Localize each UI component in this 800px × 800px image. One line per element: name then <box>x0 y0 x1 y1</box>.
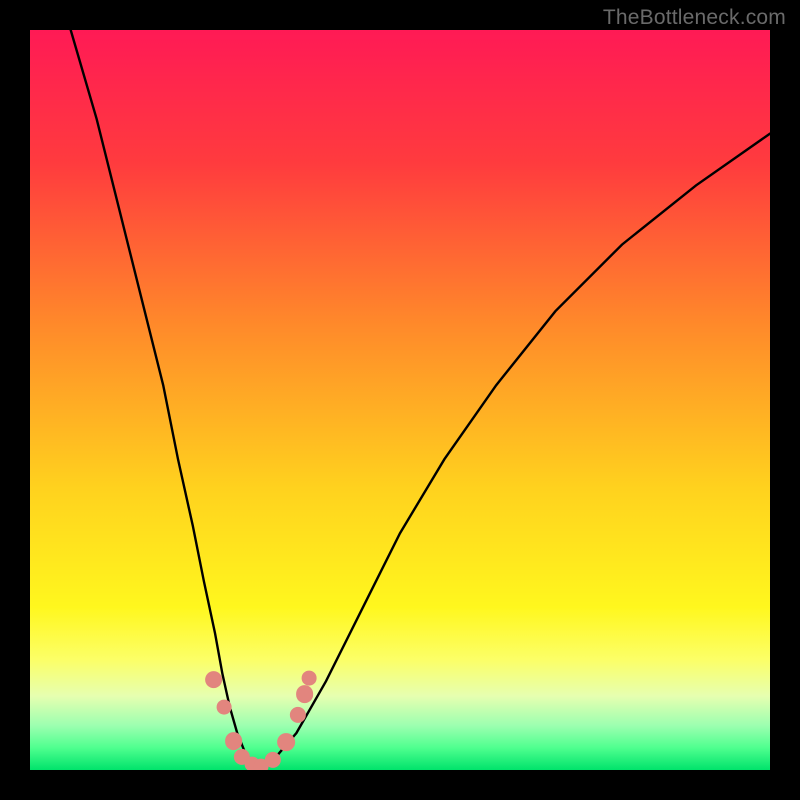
scatter-point <box>216 700 231 715</box>
watermark-label: TheBottleneck.com <box>603 6 786 30</box>
scatter-point <box>277 733 295 751</box>
scatter-point <box>296 685 314 703</box>
scatter-point <box>302 671 317 686</box>
scatter-point <box>205 671 223 689</box>
plot-area <box>30 30 770 770</box>
chart-frame: TheBottleneck.com <box>0 0 800 800</box>
scatter-point <box>290 706 306 722</box>
scatter-point <box>225 732 243 750</box>
scatter-point <box>265 751 281 767</box>
scatter-layer <box>30 30 770 770</box>
